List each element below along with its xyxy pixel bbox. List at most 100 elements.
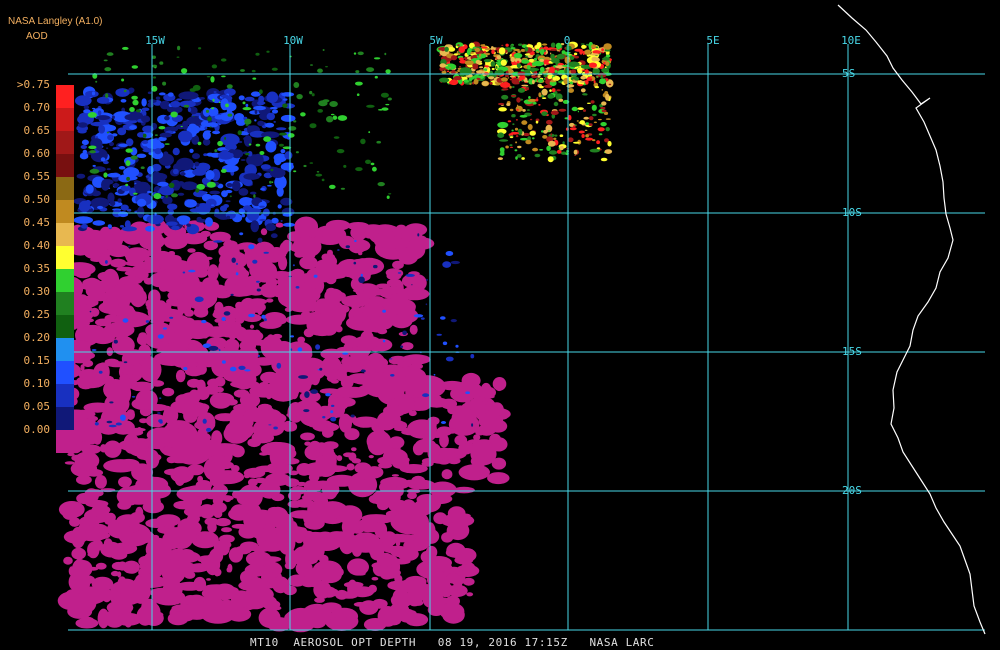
aerosol-pixel [159,420,163,424]
aerosol-pixel [446,70,450,73]
aerosol-pixel [464,60,474,66]
aerosol-pixel [476,70,483,74]
aerosol-pixel [510,94,517,97]
aerosol-pixel [362,302,385,318]
aerosol-pixel [169,126,179,132]
aerosol-pixel [231,257,236,263]
aerosol-pixel [592,113,597,117]
aerosol-pixel [135,389,158,410]
aerosol-pixel [145,175,150,178]
aerosol-pixel [402,286,423,298]
aerosol-pixel [163,327,167,330]
aerosol-pixel [605,54,611,58]
aerosol-pixel [524,71,530,74]
aerosol-pixel [496,55,502,60]
aerosol-pixel [164,143,170,145]
aerosol-pixel [229,366,237,372]
aerosol-pixel [192,115,195,117]
aerosol-pixel [265,388,273,400]
lon-label-5w: 5W [429,34,443,47]
aerosol-pixel [316,171,320,173]
aerosol-pixel [106,52,114,56]
aerosol-pixel [450,319,457,323]
aerosol-pixel [221,527,232,533]
aerosol-pixel [96,115,110,121]
aerosol-pixel [355,167,363,172]
aerosol-pixel [422,393,430,398]
aerosol-pixel [163,151,169,157]
aerosol-pixel [116,514,140,527]
aerosol-pixel [97,205,104,210]
aerosol-pixel [126,208,132,212]
aerosol-pixel [596,140,600,145]
legend-swatch [56,315,74,338]
aerosol-pixel [600,75,603,79]
aerosol-pixel [405,273,415,277]
aerosol-pixel [387,375,413,392]
aerosol-pixel [209,126,212,128]
aerosol-pixel [157,411,161,415]
legend-tick-label: 0.10 [23,377,51,390]
aerosol-pixel [220,94,229,98]
aerosol-pixel [551,88,556,93]
aerosol-pixel [525,87,529,91]
aerosol-pixel [374,368,391,373]
aerosol-pixel [229,149,235,154]
aerosol-pixel [71,454,84,462]
aerosol-pixel [572,125,576,127]
aerosol-pixel [169,316,174,319]
aerosol-pixel [275,271,285,276]
aerosol-pixel [183,496,203,502]
aerosol-pixel [91,349,97,351]
aerosol-pixel [225,103,229,108]
aerosol-pixel [489,81,493,85]
aerosol-pixel [348,361,362,368]
aerosol-pixel [271,67,278,71]
aerosol-pixel [303,511,314,526]
aerosol-pixel [250,191,257,195]
aerosol-pixel [585,122,590,125]
lon-label-15w: 15W [145,34,165,47]
aerosol-pixel [548,130,550,132]
aerosol-pixel [207,521,217,533]
aerosol-pixel [266,50,270,53]
aerosol-pixel [424,397,450,408]
aerosol-pixel [302,530,314,537]
aerosol-pixel [336,149,345,154]
lon-label-10e: 10E [841,34,861,47]
legend-swatch [56,246,74,269]
aerosol-pixel [123,361,128,364]
legend-tick-label: 0.50 [23,193,51,206]
aerosol-pixel [72,418,98,430]
aerosol-pixel [547,93,554,99]
aerosol-pixel [447,457,461,465]
aerosol-pixel [221,360,226,364]
aerosol-pixel [372,292,383,296]
aerosol-pixel [444,63,457,70]
aerosol-pixel [465,391,470,395]
aerosol-pixel [220,58,227,62]
aerosol-pixel [77,122,88,128]
aerosol-pixel [536,51,539,53]
aerosol-pixel [388,358,393,360]
aerosol-pixel [198,47,202,50]
aerosol-pixel [360,369,366,373]
aerosol-pixel [553,101,559,107]
aerosol-pixel [401,342,414,351]
aerosol-pixel [391,474,399,477]
aerosol-pixel [111,115,115,120]
aerosol-pixel [295,286,300,289]
aerosol-pixel [382,309,386,313]
aerosol-pixel [308,473,320,482]
aerosol-pixel [89,310,92,313]
aerosol-pixel [355,418,371,428]
legend-swatch [56,269,74,292]
aerosol-pixel [501,94,509,100]
aerosol-pixel [137,180,141,184]
aerosol-pixel [426,278,428,281]
aerosol-pixel [509,75,515,78]
aerosol-pixel [590,100,595,104]
aerosol-pixel [516,62,522,68]
aerosol-pixel [331,404,335,407]
aerosol-pixel [363,230,375,239]
